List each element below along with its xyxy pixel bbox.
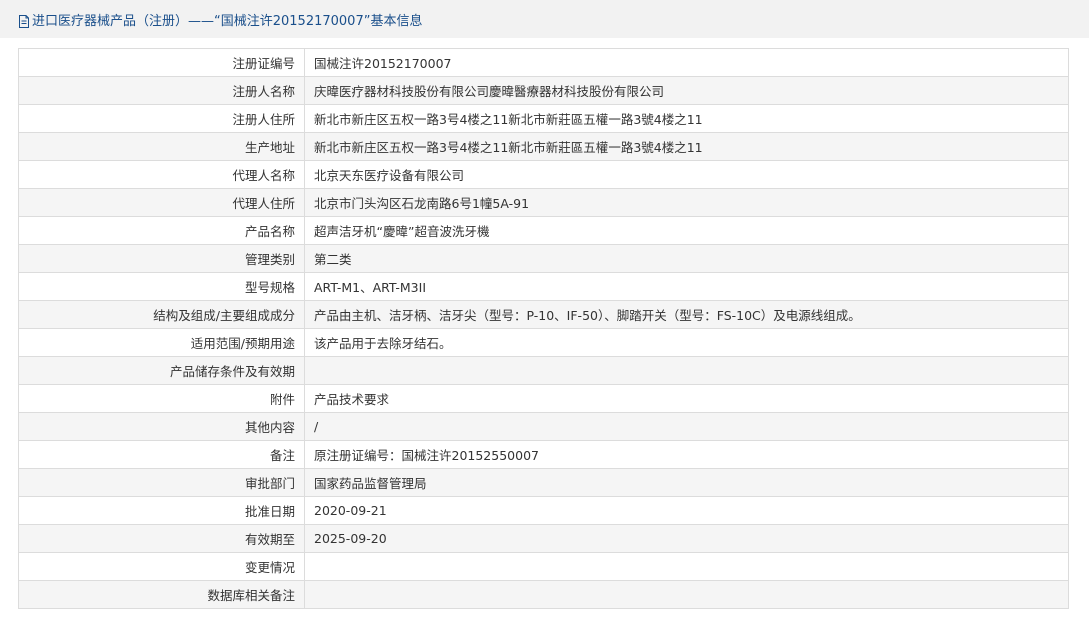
row-value [304, 580, 1069, 609]
row-label: 注册证编号 [18, 48, 305, 77]
table-row: 生产地址 新北市新庄区五权一路3号4楼之11新北市新莊區五權一路3號4楼之11 [18, 132, 1069, 161]
row-label: 备注 [18, 440, 305, 469]
table-row: 数据库相关备注 [18, 580, 1069, 609]
row-label: 适用范围/预期用途 [18, 328, 305, 357]
row-label: 审批部门 [18, 468, 305, 497]
table-row: 批准日期 2020-09-21 [18, 496, 1069, 525]
row-value: 第二类 [304, 244, 1069, 273]
table-row: 其他内容 / [18, 412, 1069, 441]
row-value: 超声洁牙机“慶暐”超音波洗牙機 [304, 216, 1069, 245]
table-row: 注册人住所 新北市新庄区五权一路3号4楼之11新北市新莊區五權一路3號4楼之11 [18, 104, 1069, 133]
row-value: 庆暐医疗器材科技股份有限公司慶暐醫療器材科技股份有限公司 [304, 76, 1069, 105]
row-value: 国家药品监督管理局 [304, 468, 1069, 497]
row-value: 2020-09-21 [304, 496, 1069, 525]
row-value: 产品技术要求 [304, 384, 1069, 413]
row-value: 北京天东医疗设备有限公司 [304, 160, 1069, 189]
row-label: 型号规格 [18, 272, 305, 301]
row-label: 其他内容 [18, 412, 305, 441]
row-label: 注册人名称 [18, 76, 305, 105]
table-row: 结构及组成/主要组成成分 产品由主机、洁牙柄、洁牙尖（型号：P-10、ⅠF-50… [18, 300, 1069, 329]
row-value: ART-M1、ART-M3ⅠⅠ [304, 272, 1069, 301]
table-row: 审批部门 国家药品监督管理局 [18, 468, 1069, 497]
table-row: 产品储存条件及有效期 [18, 356, 1069, 385]
row-label: 产品名称 [18, 216, 305, 245]
row-label: 管理类别 [18, 244, 305, 273]
table-row: 有效期至 2025-09-20 [18, 524, 1069, 553]
row-label: 产品储存条件及有效期 [18, 356, 305, 385]
page: 进口医疗器械产品（注册）——“国械注许20152170007”基本信息 注册证编… [0, 0, 1089, 643]
row-label: 附件 [18, 384, 305, 413]
table-row: 适用范围/预期用途 该产品用于去除牙结石。 [18, 328, 1069, 357]
table-row: 代理人住所 北京市门头沟区石龙南路6号1幢5A-91 [18, 188, 1069, 217]
row-value [304, 552, 1069, 581]
document-icon [18, 13, 30, 28]
info-table: 注册证编号 国械注许20152170007 注册人名称 庆暐医疗器材科技股份有限… [18, 48, 1069, 609]
row-label: 代理人名称 [18, 160, 305, 189]
row-value: 新北市新庄区五权一路3号4楼之11新北市新莊區五權一路3號4楼之11 [304, 132, 1069, 161]
row-value: 原注册证编号：国械注许20152550007 [304, 440, 1069, 469]
row-label: 有效期至 [18, 524, 305, 553]
table-row: 注册人名称 庆暐医疗器材科技股份有限公司慶暐醫療器材科技股份有限公司 [18, 76, 1069, 105]
table-row: 代理人名称 北京天东医疗设备有限公司 [18, 160, 1069, 189]
table-row: 型号规格 ART-M1、ART-M3ⅠⅠ [18, 272, 1069, 301]
table-row: 附件 产品技术要求 [18, 384, 1069, 413]
row-label: 生产地址 [18, 132, 305, 161]
page-header: 进口医疗器械产品（注册）——“国械注许20152170007”基本信息 [0, 0, 1089, 38]
row-label: 代理人住所 [18, 188, 305, 217]
row-value: 新北市新庄区五权一路3号4楼之11新北市新莊區五權一路3號4楼之11 [304, 104, 1069, 133]
table-row: 管理类别 第二类 [18, 244, 1069, 273]
row-value: / [304, 412, 1069, 441]
row-label: 数据库相关备注 [18, 580, 305, 609]
row-value: 国械注许20152170007 [304, 48, 1069, 77]
table-row: 备注 原注册证编号：国械注许20152550007 [18, 440, 1069, 469]
row-label: 结构及组成/主要组成成分 [18, 300, 305, 329]
table-row: 注册证编号 国械注许20152170007 [18, 48, 1069, 77]
row-label: 注册人住所 [18, 104, 305, 133]
info-table-container: 注册证编号 国械注许20152170007 注册人名称 庆暐医疗器材科技股份有限… [18, 48, 1069, 609]
row-value: 该产品用于去除牙结石。 [304, 328, 1069, 357]
row-value: 2025-09-20 [304, 524, 1069, 553]
page-title: 进口医疗器械产品（注册）——“国械注许20152170007”基本信息 [32, 13, 423, 29]
row-label: 批准日期 [18, 496, 305, 525]
table-row: 变更情况 [18, 552, 1069, 581]
row-label: 变更情况 [18, 552, 305, 581]
row-value: 北京市门头沟区石龙南路6号1幢5A-91 [304, 188, 1069, 217]
row-value [304, 356, 1069, 385]
row-value: 产品由主机、洁牙柄、洁牙尖（型号：P-10、ⅠF-50）、脚踏开关（型号：FS-… [304, 300, 1069, 329]
table-row: 产品名称 超声洁牙机“慶暐”超音波洗牙機 [18, 216, 1069, 245]
